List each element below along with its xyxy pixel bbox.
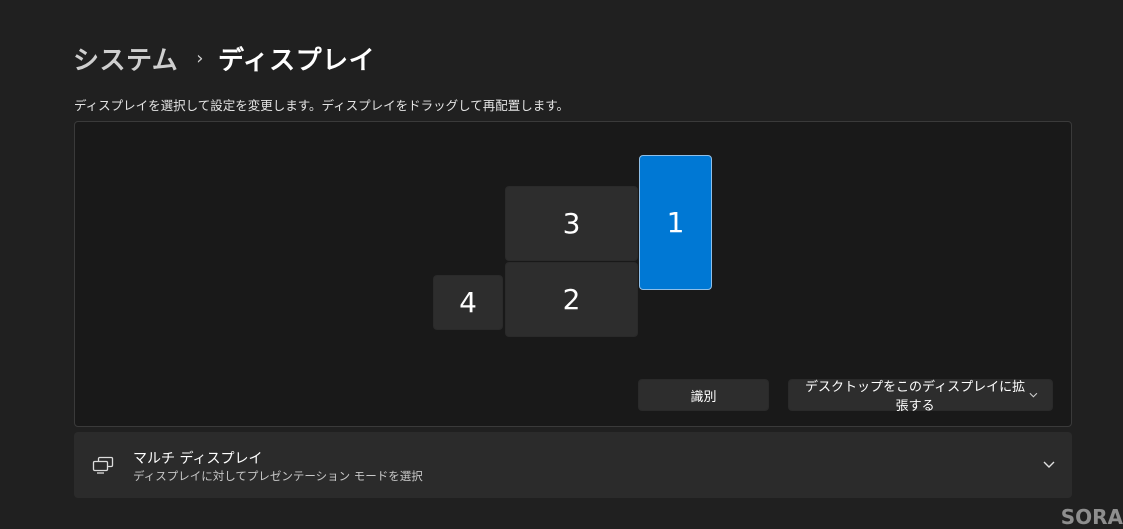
multi-display-expander[interactable]: マルチ ディスプレイ ディスプレイに対してプレゼンテーション モードを選択 xyxy=(74,432,1072,498)
display-mode-selected: デスクトップをこのディスプレイに拡張する xyxy=(805,380,1026,414)
display-arrangement-panel: 1 3 2 4 識別 デスクトップをこのディスプレイに拡張する xyxy=(74,121,1072,427)
watermark-logo: SORA xyxy=(1060,505,1123,529)
breadcrumb-system-link[interactable]: システム xyxy=(73,40,178,77)
arrange-instructions: ディスプレイを選択して設定を変更します。ディスプレイをドラッグして再配置します。 xyxy=(74,98,570,113)
identify-button-label: 識別 xyxy=(690,389,717,405)
display-4-label: 4 xyxy=(459,286,477,319)
display-3-label: 3 xyxy=(562,207,581,240)
identify-button[interactable]: 識別 xyxy=(638,379,769,411)
display-3[interactable]: 3 xyxy=(505,186,638,261)
display-2-label: 2 xyxy=(562,283,581,316)
display-1[interactable]: 1 xyxy=(639,155,712,290)
multi-display-title: マルチ ディスプレイ xyxy=(133,451,263,467)
breadcrumb-separator-icon: › xyxy=(196,47,204,69)
page-title: ディスプレイ xyxy=(217,45,376,76)
multi-display-icon xyxy=(92,456,114,474)
display-4[interactable]: 4 xyxy=(433,275,503,330)
chevron-down-icon[interactable] xyxy=(1042,457,1056,471)
display-1-label: 1 xyxy=(666,206,685,239)
display-settings-page: システム › ディスプレイ ディスプレイを選択して設定を変更します。ディスプレイ… xyxy=(0,0,1123,529)
breadcrumb: システム › ディスプレイ xyxy=(73,38,375,78)
display-2[interactable]: 2 xyxy=(505,262,638,337)
multi-display-subtitle: ディスプレイに対してプレゼンテーション モードを選択 xyxy=(133,469,423,483)
chevron-down-icon xyxy=(1029,392,1038,398)
display-mode-dropdown[interactable]: デスクトップをこのディスプレイに拡張する xyxy=(788,379,1053,414)
